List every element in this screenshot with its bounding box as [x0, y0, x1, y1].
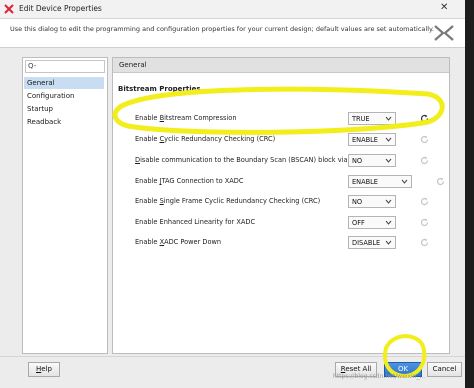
chevron-down-icon	[385, 158, 392, 163]
property-label: Enable XADC Power Down	[135, 238, 221, 246]
property-label: Enable Cyclic Redundancy Checking (CRC)	[135, 135, 275, 143]
label-post: ingle Frame Cyclic Redundancy Checking (…	[163, 197, 321, 205]
label-post: isable communication to the Boundary Sca…	[140, 156, 365, 164]
property-label: Enable Enhanced Linearity for XADC	[135, 218, 255, 226]
chevron-down-icon	[385, 220, 392, 225]
label-post: TAG Connection to XADC	[161, 177, 244, 185]
property-dropdown[interactable]: ENABLE	[348, 133, 396, 146]
dropdown-value: NO	[352, 157, 363, 165]
property-dropdown[interactable]: OFF	[348, 216, 396, 229]
properties-panel: General Bitstream Properties Enable Bits…	[112, 57, 450, 354]
reset-value-icon	[436, 177, 445, 186]
section-title: Bitstream Properties	[118, 85, 201, 93]
reset-label: eset All	[345, 365, 372, 373]
dialog-window: Edit Device Properties ✕ Use this dialog…	[0, 0, 465, 388]
panel-header: General	[113, 58, 449, 73]
description-text: Use this dialog to edit the programming …	[10, 25, 434, 33]
chevron-down-icon	[385, 116, 392, 121]
panel-header-title: General	[119, 61, 147, 69]
button-bar: Help Reset All OK Cancel	[0, 356, 465, 388]
reset-value-icon	[420, 197, 429, 206]
property-label: Enable JTAG Connection to XADC	[135, 177, 243, 185]
window-title: Edit Device Properties	[19, 4, 102, 13]
dropdown-value: ENABLE	[352, 136, 378, 144]
title-bar: Edit Device Properties ✕	[0, 0, 465, 19]
property-dropdown[interactable]: DISABLE	[348, 236, 396, 249]
property-label: Enable Bitstream Compression	[135, 114, 237, 122]
reset-value-icon	[420, 218, 429, 227]
help-label: elp	[41, 365, 52, 373]
chevron-down-icon	[385, 199, 392, 204]
cancel-button[interactable]: Cancel	[427, 362, 462, 377]
label-post: ADC Power Down	[164, 238, 222, 246]
label-pre: Enable	[135, 114, 160, 122]
close-icon[interactable]: ✕	[440, 2, 448, 13]
nav-item-general[interactable]: General	[24, 77, 104, 89]
label-pre: Enable	[135, 197, 160, 205]
help-button[interactable]: Help	[28, 362, 60, 377]
nav-item-startup[interactable]: Startup	[24, 103, 104, 115]
dropdown-value: DISABLE	[352, 239, 381, 247]
dropdown-value: OFF	[352, 219, 365, 227]
xilinx-logo-icon	[434, 25, 454, 41]
label-pre: Enable	[135, 135, 160, 143]
description-area: Use this dialog to edit the programming …	[0, 19, 465, 48]
search-icon: Q-	[28, 62, 37, 70]
property-label: Enable Single Frame Cyclic Redundancy Ch…	[135, 197, 320, 205]
chevron-down-icon	[385, 240, 392, 245]
reset-value-icon	[420, 135, 429, 144]
chevron-down-icon	[385, 137, 392, 142]
label-pre: Enable Enhanced Linearity for XADC	[135, 218, 256, 226]
label-post: yclic Redundancy Checking (CRC)	[164, 135, 276, 143]
search-input[interactable]: Q-	[25, 60, 105, 73]
label-pre: Enable	[135, 238, 160, 246]
category-panel: Q- General Configuration Startup Readback	[22, 57, 108, 354]
label-post: itstream Compression	[164, 114, 237, 122]
nav-item-configuration[interactable]: Configuration	[24, 90, 104, 102]
reset-value-icon	[420, 156, 429, 165]
property-dropdown[interactable]: ENABLE	[348, 175, 412, 188]
property-dropdown[interactable]: NO	[348, 154, 396, 167]
property-dropdown[interactable]: TRUE	[348, 112, 396, 125]
property-label: Disable communication to the Boundary Sc…	[135, 156, 365, 164]
reset-value-icon	[420, 238, 429, 247]
label-pre: Enable	[135, 177, 160, 185]
nav-item-readback[interactable]: Readback	[24, 116, 104, 128]
property-dropdown[interactable]: NO	[348, 195, 396, 208]
reset-value-icon[interactable]	[420, 114, 429, 123]
watermark-text: https://blog.csdn.net/weixin_...	[333, 373, 426, 380]
app-icon	[4, 4, 14, 14]
dropdown-value: ENABLE	[352, 178, 378, 186]
dropdown-value: NO	[352, 198, 363, 206]
dropdown-value: TRUE	[352, 115, 370, 123]
chevron-down-icon	[401, 179, 408, 184]
